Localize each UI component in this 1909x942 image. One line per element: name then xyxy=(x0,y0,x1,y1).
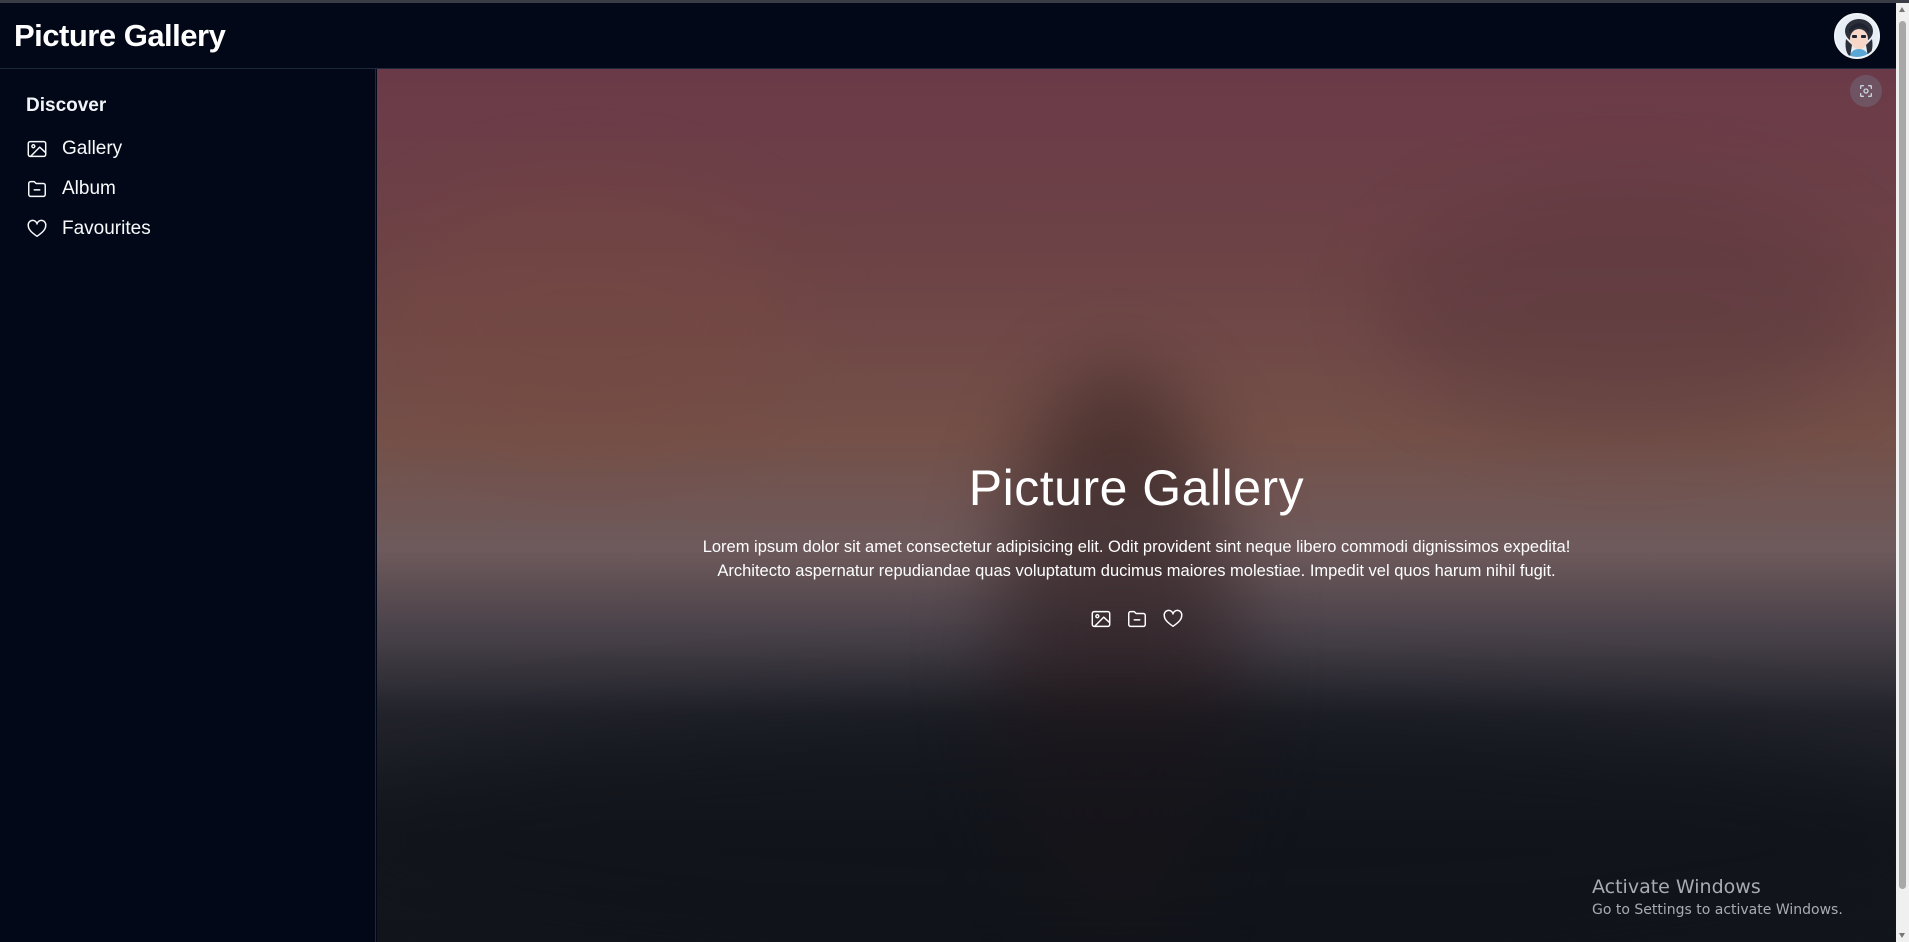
sidebar-item-favourites[interactable]: Favourites xyxy=(26,209,349,249)
heart-icon[interactable] xyxy=(1161,607,1185,631)
watermark-title: Activate Windows xyxy=(1592,876,1761,898)
app-header: Picture Gallery xyxy=(0,3,1896,69)
watermark-subtitle: Go to Settings to activate Windows. xyxy=(1592,902,1843,918)
sidebar-heading: Discover xyxy=(26,95,107,116)
sidebar-item-album[interactable]: Album xyxy=(26,169,349,209)
folder-icon[interactable] xyxy=(1125,607,1149,631)
hero-content: Picture Gallery Lorem ipsum dolor sit am… xyxy=(377,459,1896,631)
hero-background-glow xyxy=(1377,189,1877,429)
screenshot-icon[interactable] xyxy=(1850,75,1882,107)
scroll-up-arrow-icon[interactable] xyxy=(1899,7,1905,12)
sidebar: Discover Gallery Album Favourites xyxy=(0,69,376,942)
image-icon[interactable] xyxy=(1089,607,1113,631)
windows-activation-watermark: Activate Windows Go to Settings to activ… xyxy=(1592,876,1843,918)
hero-description-line: Architecto aspernatur repudiandae quas v… xyxy=(717,562,1556,580)
hero-description: Lorem ipsum dolor sit amet consectetur a… xyxy=(667,535,1607,583)
scroll-thumb[interactable] xyxy=(1899,21,1906,889)
hero-background-glow xyxy=(377,189,797,449)
avatar[interactable] xyxy=(1834,12,1880,59)
scroll-down-arrow-icon[interactable] xyxy=(1899,933,1905,938)
hero-description-line: Lorem ipsum dolor sit amet consectetur a… xyxy=(702,538,1571,556)
user-avatar-icon xyxy=(1836,14,1878,57)
image-icon xyxy=(26,137,50,161)
hero-section: Picture Gallery Lorem ipsum dolor sit am… xyxy=(377,69,1896,942)
sidebar-item-label: Favourites xyxy=(62,218,151,239)
hero-icon-row xyxy=(1089,607,1185,631)
sidebar-item-label: Album xyxy=(62,178,116,199)
vertical-scrollbar[interactable] xyxy=(1896,3,1909,942)
hero-title: Picture Gallery xyxy=(968,460,1305,516)
folder-icon xyxy=(26,177,50,201)
sidebar-item-gallery[interactable]: Gallery xyxy=(26,129,349,169)
app-title: Picture Gallery xyxy=(14,17,226,53)
sidebar-item-label: Gallery xyxy=(62,138,123,159)
heart-icon xyxy=(26,217,50,241)
